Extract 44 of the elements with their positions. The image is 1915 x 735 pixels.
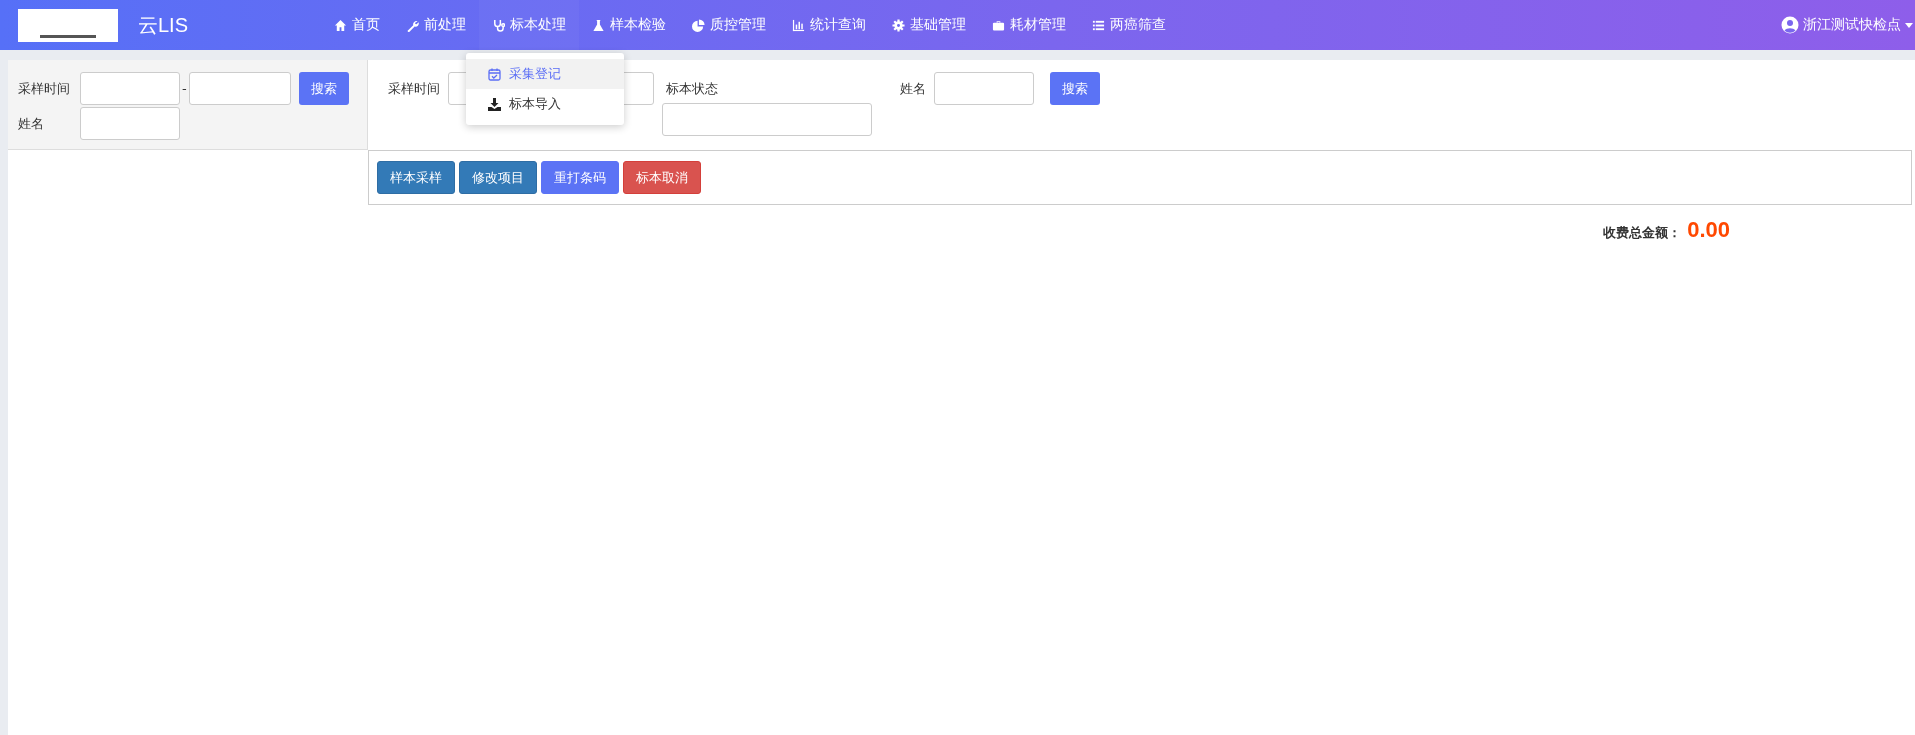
flask-icon [592, 18, 605, 32]
user-menu[interactable]: 浙江测试快检点 [1781, 16, 1915, 34]
search-button[interactable]: 搜索 [298, 72, 349, 105]
dropdown-item[interactable]: 标本导入 [466, 89, 624, 119]
nav-menu-item[interactable]: 基础管理 [879, 0, 979, 50]
field-label: 姓名 [900, 80, 926, 98]
home-icon [334, 18, 347, 32]
list-icon [1092, 18, 1105, 32]
search-button[interactable]: 搜索 [1050, 72, 1100, 105]
toolbar-button[interactable]: 重打条码 [541, 161, 619, 194]
download-icon [488, 97, 501, 111]
nav-menu-item[interactable]: 统计查询 [779, 0, 879, 50]
total-amount: 0.00 [1687, 217, 1730, 243]
name-input[interactable] [80, 107, 180, 140]
app-title: 云LIS [138, 12, 190, 38]
name-input[interactable] [934, 72, 1034, 105]
date-input[interactable] [80, 72, 180, 105]
nav-menu-item[interactable]: 质控管理 [679, 0, 779, 50]
field-label: 采样时间 [388, 80, 440, 98]
caret-icon [1905, 22, 1913, 28]
gear-icon [892, 18, 905, 32]
toolbar-button[interactable]: 标本取消 [623, 161, 701, 194]
range-separator: - [182, 81, 187, 96]
bar-chart-icon [792, 18, 805, 32]
nav-menu-item[interactable]: 两癌筛查 [1079, 0, 1179, 50]
status-input[interactable] [662, 103, 872, 136]
nav-menu-item[interactable]: 耗材管理 [979, 0, 1079, 50]
field-label: 标本状态 [665, 80, 720, 98]
dropdown-item[interactable]: 采集登记 [466, 59, 624, 89]
toolbar-button[interactable]: 样本采样 [377, 161, 455, 194]
stethoscope-icon [492, 18, 505, 32]
calendar-check-icon [488, 67, 501, 81]
user-avatar-icon [1781, 16, 1799, 34]
total-label: 收费总金额： [1603, 224, 1682, 242]
wrench-icon [406, 18, 419, 32]
nav-menu-item[interactable]: 样本检验 [579, 0, 679, 50]
field-label: 姓名 [18, 114, 45, 133]
toolbar-button[interactable]: 修改项目 [459, 161, 537, 194]
field-label: 采样时间 [18, 79, 71, 98]
pie-chart-icon [692, 18, 705, 32]
date-input[interactable] [188, 72, 291, 105]
nav-menu-item[interactable]: 首页 [321, 0, 393, 50]
nav-menu-item[interactable]: 前处理 [393, 0, 479, 50]
briefcase-icon [992, 18, 1005, 32]
